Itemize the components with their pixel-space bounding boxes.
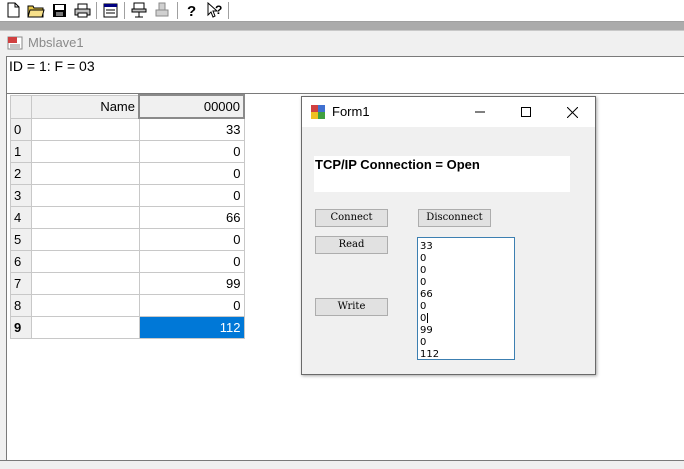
name-cell[interactable]	[31, 117, 140, 141]
row-header[interactable]: 9	[10, 316, 32, 339]
row-header[interactable]: 7	[10, 272, 32, 295]
child-title-bar: Mbslave1	[0, 31, 684, 55]
disconnect-button[interactable]: Disconnect	[418, 209, 491, 227]
name-cell[interactable]	[31, 250, 140, 273]
document-icon	[7, 36, 23, 50]
value-cell[interactable]: 0	[138, 250, 245, 273]
connection-status-box: TCP/IP Connection = Open	[314, 156, 570, 192]
name-cell[interactable]	[31, 316, 140, 339]
name-cell[interactable]	[31, 162, 140, 185]
table-row: 1 0	[10, 140, 245, 163]
open-folder-icon[interactable]	[27, 1, 45, 19]
value-cell[interactable]: 0	[138, 162, 245, 185]
new-file-icon[interactable]	[4, 1, 22, 19]
grid-header-row: Name 00000	[10, 94, 245, 119]
table-row-selected: 9 112	[10, 316, 245, 339]
table-row: 6 0	[10, 250, 245, 273]
svg-text:?: ?	[187, 3, 196, 18]
row-header[interactable]: 0	[10, 117, 32, 141]
value-cell-selected[interactable]: 112	[138, 316, 245, 339]
value-cell[interactable]: 0	[138, 294, 245, 317]
row-header[interactable]: 4	[10, 206, 32, 229]
text-caret	[427, 313, 429, 323]
row-header[interactable]: 5	[10, 228, 32, 251]
form1-title-bar: Form1	[302, 97, 595, 127]
header-name[interactable]: Name	[31, 94, 140, 119]
row-header[interactable]: 8	[10, 294, 32, 317]
svg-text:?: ?	[215, 3, 222, 17]
row-header[interactable]: 6	[10, 250, 32, 273]
form1-window: Form1 TCP/IP Connection = Open Connect D…	[301, 96, 596, 375]
table-row: 0 33	[10, 117, 245, 141]
name-cell[interactable]	[31, 140, 140, 163]
name-cell[interactable]	[31, 228, 140, 251]
row-header[interactable]: 2	[10, 162, 32, 185]
form-app-icon	[311, 105, 325, 119]
list-item: 66	[420, 289, 433, 300]
value-cell[interactable]: 0	[138, 228, 245, 251]
disconnect-icon[interactable]	[153, 1, 171, 19]
list-item: 0	[420, 337, 427, 348]
list-item: 0	[420, 301, 427, 312]
slave-id-text: ID = 1: F = 03	[9, 58, 95, 74]
grid-corner	[10, 94, 32, 119]
save-icon[interactable]	[50, 1, 68, 19]
list-item: 99	[420, 325, 433, 336]
name-cell[interactable]	[31, 184, 140, 207]
main-toolbar: ? ?	[0, 0, 684, 22]
list-item: 0	[420, 253, 427, 264]
value-cell[interactable]: 33	[138, 117, 245, 141]
name-cell[interactable]	[31, 272, 140, 295]
read-button[interactable]: Read	[315, 236, 388, 254]
connection-status-label: TCP/IP Connection = Open	[315, 157, 480, 172]
header-value[interactable]: 00000	[138, 94, 245, 119]
print-icon[interactable]	[73, 1, 91, 19]
connect-button[interactable]: Connect	[315, 209, 388, 227]
minimize-icon[interactable]	[457, 97, 503, 127]
list-item-caret-row: 0	[420, 313, 514, 325]
register-values-textbox[interactable]: 33 0 0 0 66 0 0 99 0 112	[417, 237, 515, 360]
name-cell[interactable]	[31, 206, 140, 229]
child-window-title: Mbslave1	[28, 35, 84, 50]
maximize-icon[interactable]	[503, 97, 549, 127]
close-icon[interactable]	[549, 97, 595, 127]
table-row: 8 0	[10, 294, 245, 317]
row-header[interactable]: 1	[10, 140, 32, 163]
help-icon[interactable]: ?	[183, 1, 201, 19]
list-item: 33	[420, 241, 433, 252]
list-item: 0	[420, 277, 427, 288]
value-cell[interactable]: 99	[138, 272, 245, 295]
slave-id-bar: ID = 1: F = 03	[6, 56, 684, 94]
list-item: 112	[420, 349, 440, 360]
table-row: 4 66	[10, 206, 245, 229]
table-row: 2 0	[10, 162, 245, 185]
form1-title: Form1	[332, 104, 370, 119]
write-button[interactable]: Write	[315, 298, 388, 316]
value-cell[interactable]: 66	[138, 206, 245, 229]
table-row: 3 0	[10, 184, 245, 207]
row-header[interactable]: 3	[10, 184, 32, 207]
table-row: 7 99	[10, 272, 245, 295]
table-row: 5 0	[10, 228, 245, 251]
context-help-icon[interactable]: ?	[206, 1, 224, 19]
value-cell[interactable]: 0	[138, 184, 245, 207]
window-icon[interactable]	[101, 1, 119, 19]
list-item: 0	[420, 265, 427, 276]
connect-icon[interactable]	[130, 1, 148, 19]
register-grid: Name 00000 0 33 1 0 2 0 3 0 4 66 5 0 6 0…	[10, 94, 245, 339]
name-cell[interactable]	[31, 294, 140, 317]
list-item: 0	[420, 313, 427, 324]
value-cell[interactable]: 0	[138, 140, 245, 163]
